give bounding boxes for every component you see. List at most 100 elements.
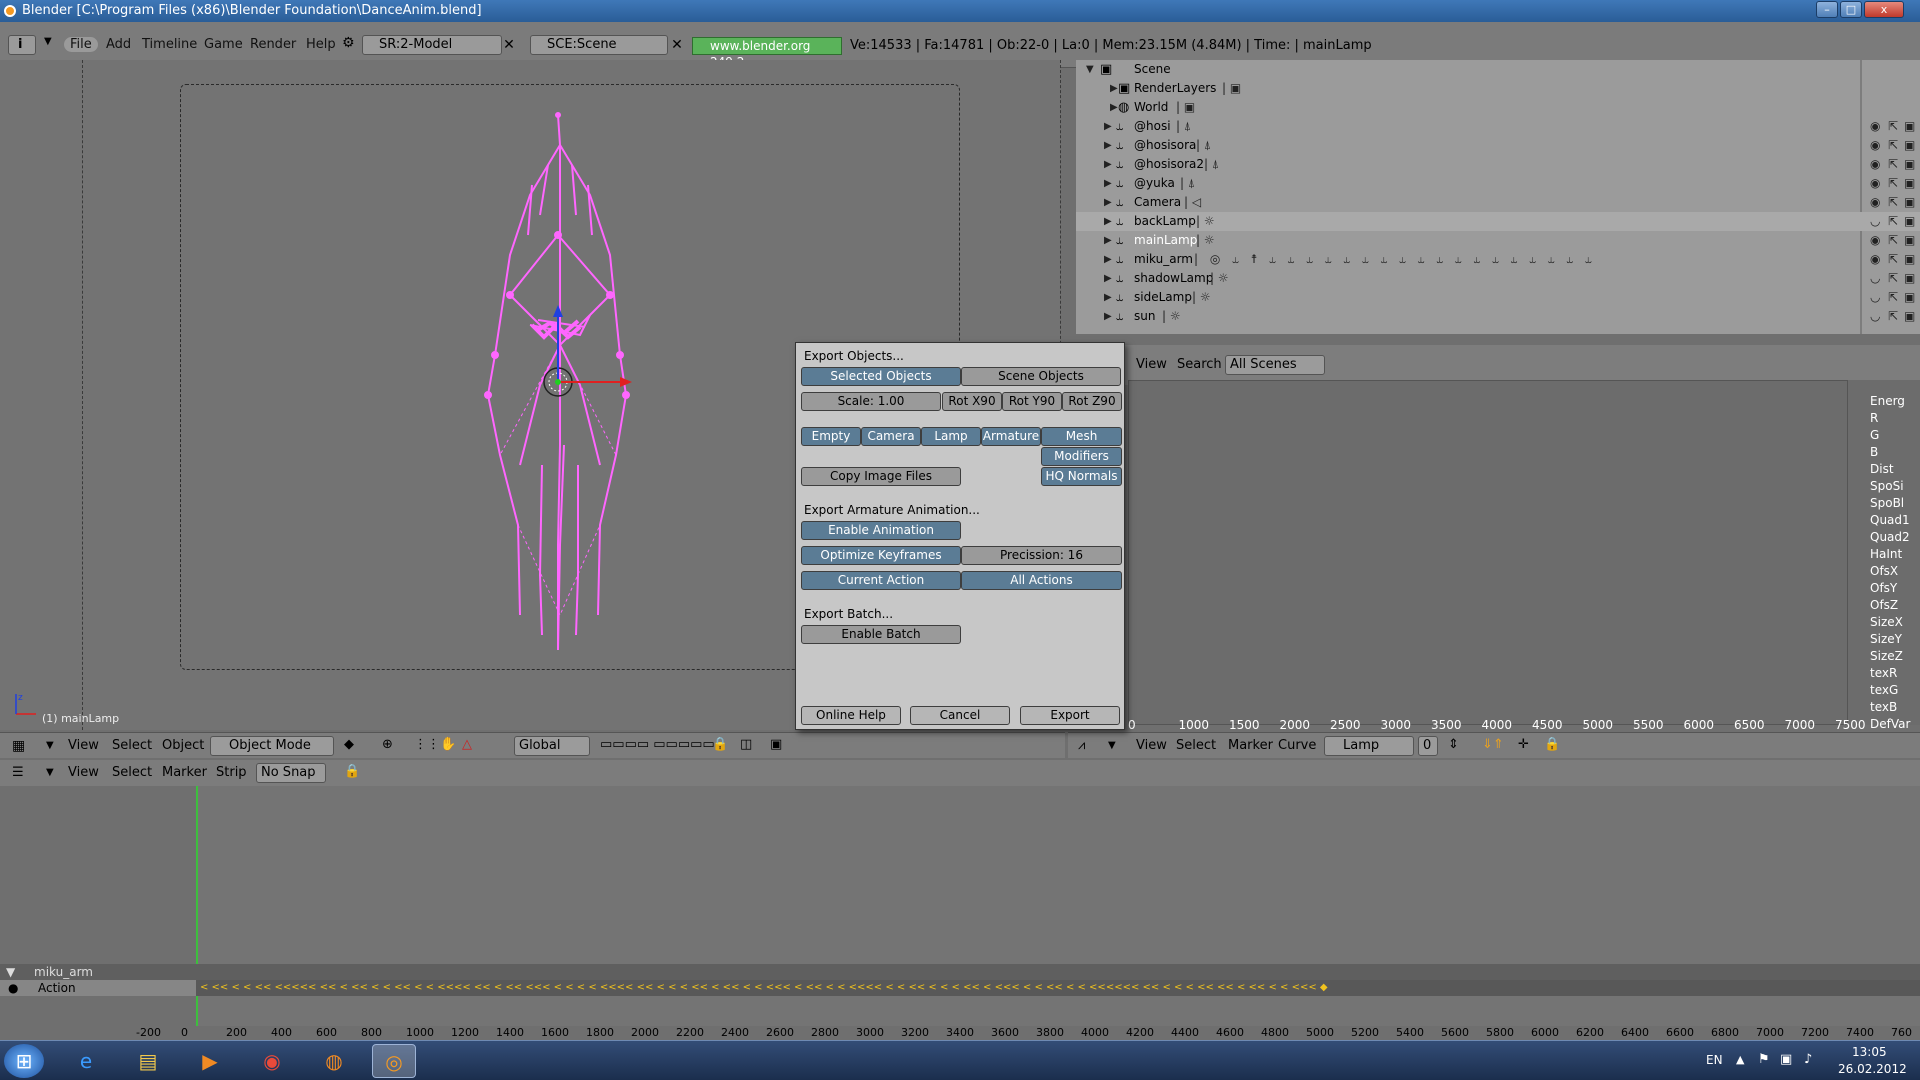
optimize-keyframes-toggle[interactable]: Optimize Keyframes [801, 546, 961, 565]
expand-right-icon[interactable]: ▶ [1104, 288, 1112, 307]
type-lamp-toggle[interactable]: Lamp [921, 427, 981, 446]
snap-select[interactable]: No Snap [256, 763, 326, 783]
ipo-channel-label[interactable]: texR [1870, 666, 1897, 680]
ipo-channel-label[interactable]: SpoSi [1870, 479, 1904, 493]
cancel-button[interactable]: Cancel [910, 706, 1010, 725]
ipo-editor-icon[interactable]: ⩘ [1078, 738, 1085, 753]
render-toggle-icon[interactable]: ▣ [1904, 155, 1915, 174]
ipo-curve-editor[interactable] [1128, 380, 1848, 725]
nla-view-menu[interactable]: View [68, 765, 99, 780]
file-explorer-icon[interactable]: ▤ [126, 1044, 170, 1078]
render-toggle-icon[interactable]: ▣ [1904, 250, 1915, 269]
visibility-eye-icon[interactable]: ◉ [1870, 250, 1880, 269]
menu-file[interactable]: File [64, 37, 98, 52]
editor-type-button[interactable]: i [8, 35, 36, 55]
snap-grid-icon[interactable]: ⋮⋮ [414, 737, 440, 752]
menu-game[interactable]: Game [204, 37, 243, 52]
expand-right-icon[interactable]: ▶ [1104, 269, 1112, 288]
current-action-toggle[interactable]: Current Action [801, 571, 961, 590]
expand-right-icon[interactable]: ▶ [1104, 307, 1112, 326]
visibility-eye-icon[interactable]: ◉ [1870, 155, 1880, 174]
clock-date[interactable]: 26.02.2012 [1838, 1062, 1907, 1076]
copy-image-files-toggle[interactable]: Copy Image Files [801, 467, 961, 486]
ipo-channel-label[interactable]: HaInt [1870, 547, 1902, 561]
rot-y90-toggle[interactable]: Rot Y90 [1002, 392, 1062, 411]
expand-right-icon[interactable]: ▶ [1110, 79, 1118, 98]
nla-strip-menu[interactable]: Strip [216, 765, 247, 780]
select-arrow-icon[interactable]: ⇱ [1888, 136, 1898, 155]
visibility-hidden-icon[interactable]: ◡ [1870, 288, 1880, 307]
ipo-channel-label[interactable]: Quad2 [1870, 530, 1910, 544]
type-armature-toggle[interactable]: Armature [981, 427, 1041, 446]
type-mesh-toggle[interactable]: Mesh [1041, 427, 1122, 446]
online-help-button[interactable]: Online Help [801, 706, 901, 725]
enable-batch-toggle[interactable]: Enable Batch [801, 625, 961, 644]
lock-icon[interactable]: 🔒 [344, 764, 360, 779]
expand-right-icon[interactable]: ▶ [1104, 136, 1112, 155]
scene-filter-select[interactable]: All Scenes [1225, 355, 1325, 375]
start-button[interactable]: ⊞ [4, 1044, 44, 1078]
ipo-channel-label[interactable]: G [1870, 428, 1879, 442]
outliner-row-backlamp[interactable]: ▶ ⥿ backLamp | ☼ ◡ ⇱ ▣ [1076, 212, 1920, 231]
outliner-row-hosi[interactable]: ▶ ⥿ @hosi | ⍋ ◉ ⇱ ▣ [1076, 117, 1920, 136]
type-camera-toggle[interactable]: Camera [861, 427, 921, 446]
screen-delete-icon[interactable]: ✕ [500, 35, 518, 55]
ipo-curve-menu[interactable]: Curve [1278, 738, 1316, 753]
scale-field[interactable]: Scale: 1.00 [801, 392, 941, 411]
armature-wireframe[interactable] [460, 105, 660, 665]
select-arrow-icon[interactable]: ⇱ [1888, 231, 1898, 250]
export-button[interactable]: Export [1020, 706, 1120, 725]
mode-select[interactable]: Object Mode [210, 736, 334, 756]
outliner-row-hosisora2[interactable]: ▶ ⥿ @hosisora2 | ⍋ ◉ ⇱ ▣ [1076, 155, 1920, 174]
clock-time[interactable]: 13:05 [1852, 1045, 1887, 1059]
precision-field[interactable]: Precission: 16 [961, 546, 1122, 565]
media-player-icon[interactable]: ▶ [188, 1044, 232, 1078]
ipo-channel-label[interactable]: Quad1 [1870, 513, 1910, 527]
render-toggle-icon[interactable]: ▣ [1904, 269, 1915, 288]
visibility-hidden-icon[interactable]: ◡ [1870, 307, 1880, 326]
select-arrow-icon[interactable]: ⇱ [1888, 193, 1898, 212]
ipo-channel-label[interactable]: Dist [1870, 462, 1894, 476]
visibility-hidden-icon[interactable]: ◡ [1870, 212, 1880, 231]
scene-delete-icon[interactable]: ✕ [668, 35, 686, 55]
rot-z90-toggle[interactable]: Rot Z90 [1062, 392, 1122, 411]
menu-add[interactable]: Add [106, 37, 131, 52]
pivot-icon[interactable]: ⊕ [382, 737, 393, 752]
volume-icon[interactable]: ♪ [1804, 1052, 1812, 1067]
expand-right-icon[interactable]: ▶ [1104, 193, 1112, 212]
network-icon[interactable]: ▣ [1780, 1052, 1792, 1067]
visibility-eye-icon[interactable]: ◉ [1870, 136, 1880, 155]
rot-x90-toggle[interactable]: Rot X90 [942, 392, 1002, 411]
menu-timeline[interactable]: Timeline [142, 37, 197, 52]
select-arrow-icon[interactable]: ⇱ [1888, 212, 1898, 231]
chevron-down-icon[interactable]: ▼ [46, 740, 54, 751]
ipo-channel-label[interactable]: SizeZ [1870, 649, 1903, 663]
outliner-row-hosisora[interactable]: ▶ ⥿ @hosisora | ⍋ ◉ ⇱ ▣ [1076, 136, 1920, 155]
all-actions-toggle[interactable]: All Actions [961, 571, 1122, 590]
select-arrow-icon[interactable]: ⇱ [1888, 269, 1898, 288]
ipo-type-select[interactable]: Lamp [1324, 736, 1414, 756]
ipo-index-field[interactable]: 0 [1418, 736, 1438, 756]
render-toggle-icon[interactable]: ▣ [1904, 174, 1915, 193]
enable-animation-toggle[interactable]: Enable Animation [801, 521, 961, 540]
flag-icon[interactable]: ⚑ [1758, 1052, 1770, 1067]
visibility-eye-icon[interactable]: ◉ [1870, 117, 1880, 136]
render-toggle-icon[interactable]: ▣ [1904, 307, 1915, 326]
blender-taskbar-icon[interactable]: ◎ [372, 1044, 416, 1078]
outliner-row-scene[interactable]: ▼ ▣ Scene [1076, 60, 1920, 79]
select-arrow-icon[interactable]: ⇱ [1888, 288, 1898, 307]
chevron-down-icon[interactable]: ▼ [1108, 740, 1116, 751]
maximize-button[interactable]: □ [1840, 1, 1862, 18]
chevron-down-icon[interactable]: ▼ [46, 767, 54, 778]
grid-view-icon[interactable]: ▦ [12, 738, 25, 754]
select-arrow-icon[interactable]: ⇱ [1888, 155, 1898, 174]
render-toggle-icon[interactable]: ▣ [1904, 231, 1915, 250]
outliner-row-sidelamp[interactable]: ▶ ⥿ sideLamp | ☼ ◡ ⇱ ▣ [1076, 288, 1920, 307]
outliner-search-menu[interactable]: Search [1177, 357, 1222, 372]
firefox-icon[interactable]: ◍ [312, 1044, 356, 1078]
render-toggle-icon[interactable]: ▣ [1904, 117, 1915, 136]
screen-selector[interactable]: SR:2-Model [362, 35, 502, 55]
outliner-row-renderlayers[interactable]: ▶ ▣ RenderLayers | ▣ [1076, 79, 1920, 98]
ipo-channel-label[interactable]: OfsY [1870, 581, 1897, 595]
menu-render[interactable]: Render [250, 37, 296, 52]
